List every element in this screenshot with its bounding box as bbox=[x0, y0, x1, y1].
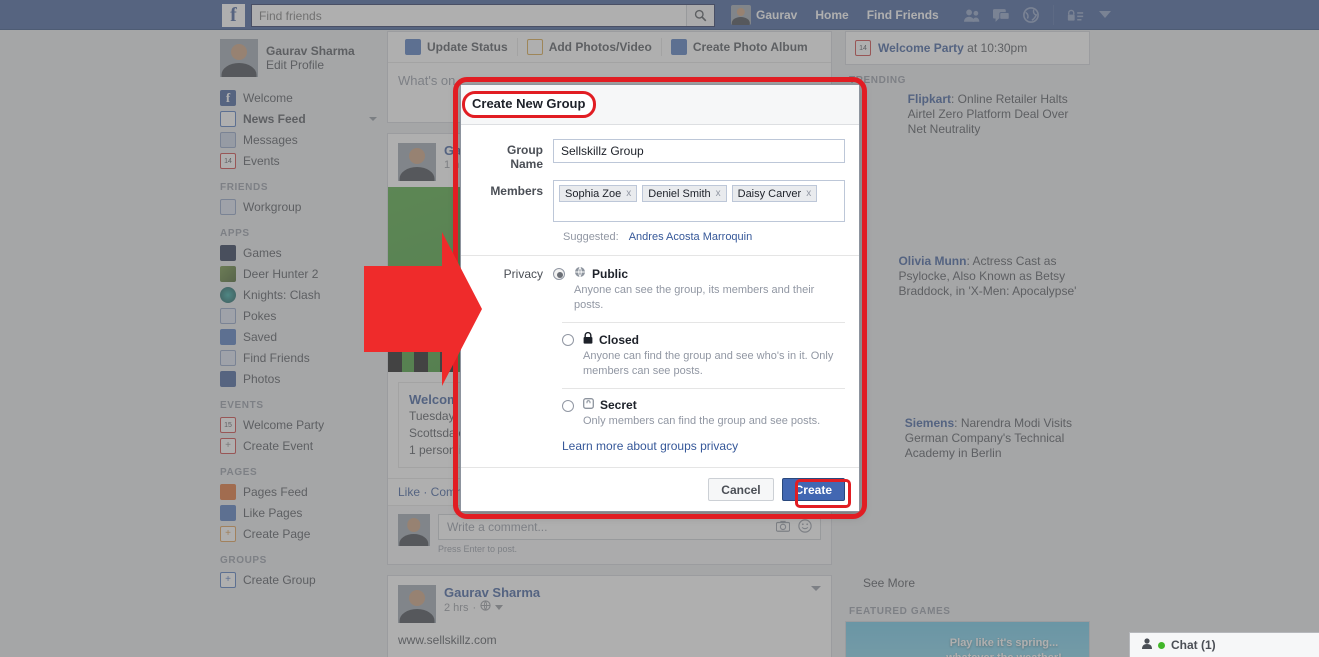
chat-label: Chat (1) bbox=[1171, 638, 1216, 652]
privacy-label: Privacy bbox=[503, 267, 543, 281]
suggested-row: Suggested: Andres Acosta Marroquin bbox=[475, 231, 845, 243]
create-button[interactable]: Create bbox=[781, 478, 845, 501]
globe-icon bbox=[574, 266, 586, 281]
privacy-option-desc: Anyone can see the group, its members an… bbox=[574, 284, 815, 311]
privacy-option-desc: Anyone can find the group and see who's … bbox=[583, 350, 834, 377]
close-icon[interactable]: x bbox=[716, 188, 721, 199]
member-name: Deniel Smith bbox=[648, 187, 711, 200]
privacy-public-content: Public Anyone can see the group, its mem… bbox=[565, 266, 845, 313]
chat-person-icon bbox=[1142, 638, 1152, 652]
suggested-label: Suggested: bbox=[563, 231, 619, 243]
divider bbox=[562, 388, 845, 389]
member-name: Sophia Zoe bbox=[565, 187, 622, 200]
lock-icon bbox=[583, 331, 593, 347]
privacy-secret-inner: Secret Only members can find the group a… bbox=[562, 398, 845, 429]
privacy-closed-inner: Closed Anyone can find the group and see… bbox=[562, 331, 845, 379]
create-new-group-dialog: Create New Group Group Name Sellskillz G… bbox=[460, 84, 860, 512]
secret-lock-icon bbox=[583, 398, 594, 412]
group-name-input[interactable]: Sellskillz Group bbox=[553, 139, 845, 163]
privacy-option-name: Secret bbox=[600, 398, 637, 412]
chat-bar[interactable]: Chat (1) bbox=[1129, 632, 1319, 657]
privacy-radio-secret[interactable] bbox=[562, 400, 574, 412]
suggested-person-link[interactable]: Andres Acosta Marroquin bbox=[629, 231, 753, 243]
group-name-label: Group Name bbox=[507, 143, 543, 171]
privacy-radio-public[interactable] bbox=[553, 268, 565, 280]
close-icon[interactable]: x bbox=[626, 188, 631, 199]
member-name: Daisy Carver bbox=[737, 187, 802, 200]
privacy-secret-title: Secret bbox=[583, 398, 845, 412]
learn-more-row: Learn more about groups privacy bbox=[475, 439, 845, 453]
dialog-footer: Cancel Create bbox=[461, 467, 859, 511]
learn-more-link[interactable]: Learn more about groups privacy bbox=[562, 439, 738, 453]
close-icon[interactable]: x bbox=[806, 188, 811, 199]
online-status-dot bbox=[1158, 641, 1165, 649]
privacy-radio-closed[interactable] bbox=[562, 334, 574, 346]
privacy-public-row[interactable]: Privacy Public Anyone can see the group,… bbox=[475, 266, 845, 313]
privacy-public-title: Public bbox=[574, 266, 845, 281]
members-input[interactable]: Sophia Zoe x Deniel Smith x Daisy Carver… bbox=[553, 180, 845, 222]
members-label: Members bbox=[490, 184, 543, 198]
dialog-body: Group Name Sellskillz Group Members Soph… bbox=[461, 125, 859, 453]
member-chip[interactable]: Daisy Carver x bbox=[731, 185, 818, 202]
member-chip[interactable]: Sophia Zoe x bbox=[559, 185, 638, 202]
privacy-closed-row[interactable]: Closed Anyone can find the group and see… bbox=[475, 331, 845, 379]
members-row: Members Sophia Zoe x Deniel Smith x Dais… bbox=[475, 180, 845, 222]
privacy-closed-content: Closed Anyone can find the group and see… bbox=[574, 331, 845, 379]
dialog-header: Create New Group bbox=[461, 85, 859, 125]
group-name-row: Group Name Sellskillz Group bbox=[475, 139, 845, 171]
privacy-option-name: Closed bbox=[599, 332, 640, 347]
member-chip[interactable]: Deniel Smith x bbox=[642, 185, 727, 202]
divider bbox=[562, 322, 845, 323]
divider bbox=[461, 255, 859, 256]
privacy-secret-content: Secret Only members can find the group a… bbox=[574, 398, 845, 429]
privacy-closed-title: Closed bbox=[583, 331, 845, 347]
privacy-option-name: Public bbox=[592, 266, 629, 281]
privacy-option-desc: Only members can find the group and see … bbox=[583, 415, 821, 427]
privacy-secret-row[interactable]: Secret Only members can find the group a… bbox=[475, 398, 845, 429]
cancel-button[interactable]: Cancel bbox=[708, 478, 774, 501]
dialog-title: Create New Group bbox=[473, 97, 587, 112]
